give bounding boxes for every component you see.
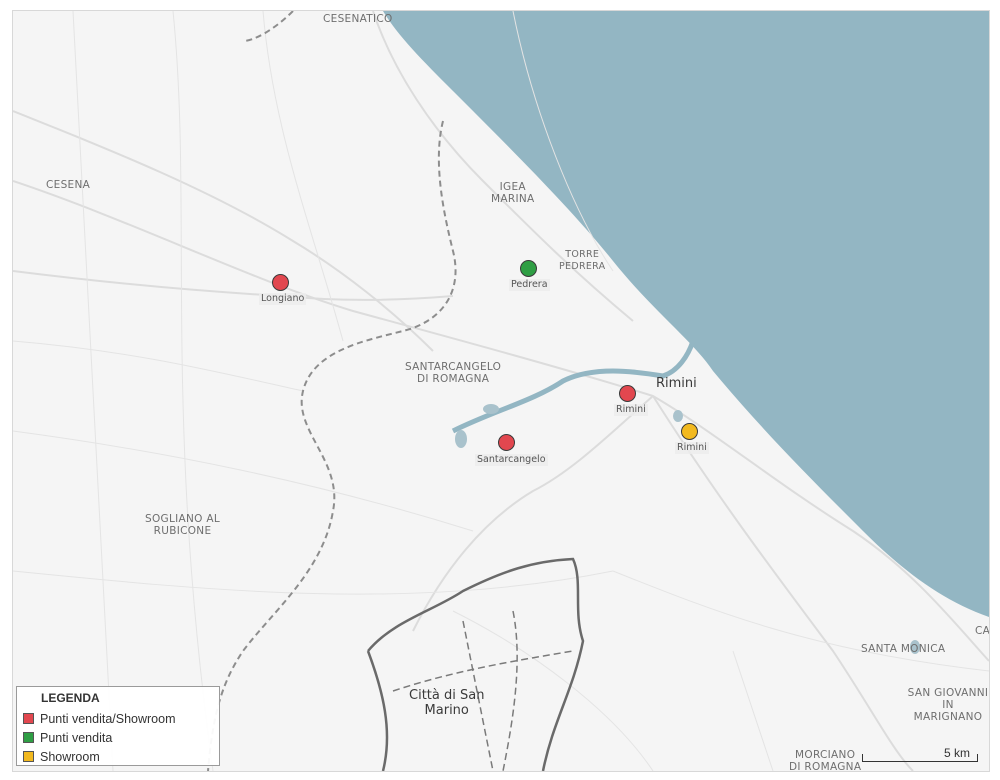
marker-rimini-punti-vendita-showroom[interactable] [619,385,636,402]
marker-santarcangelo[interactable] [498,434,515,451]
place-torre-pedrera: TORRE PEDRERA [559,249,606,272]
legend-item-punti-vendita-showroom: Punti vendita/Showroom [23,709,213,728]
legend-item-showroom: Showroom [23,747,213,766]
map-canvas[interactable]: CESENATICO CESENA IGEA MARINA TORRE PEDR… [12,10,990,772]
legend-swatch-green [23,732,34,743]
place-rimini: Rimini [656,376,697,391]
marker-label-rimini-1: Rimini [614,404,648,416]
marker-rimini-showroom[interactable] [681,423,698,440]
legend-item-punti-vendita: Punti vendita [23,728,213,747]
place-san-marino: Città di San Marino [409,688,485,718]
place-sogliano: SOGLIANO AL RUBICONE [145,513,220,537]
legend: LEGENDA Punti vendita/Showroom Punti ven… [16,686,220,766]
marker-label-santarcangelo: Santarcangelo [475,454,548,466]
marker-pedrera[interactable] [520,260,537,277]
place-morciano: MORCIANO DI ROMAGNA [789,749,862,772]
legend-swatch-yellow [23,751,34,762]
place-santa-monica: SANTA MONICA [861,643,946,655]
marker-longiano[interactable] [272,274,289,291]
place-cesenatico: CESENATICO [323,13,393,25]
place-cattolica-partial: CA [975,625,990,637]
legend-swatch-red [23,713,34,724]
marker-label-rimini-2: Rimini [675,442,709,454]
legend-label: Showroom [40,749,100,764]
legend-label: Punti vendita/Showroom [40,711,176,726]
scale-bar-label: 5 km [943,746,970,760]
place-igea-marina: IGEA MARINA [491,181,535,205]
marker-label-longiano: Longiano [259,293,307,305]
place-san-giovanni: SAN GIOVANNI IN MARIGNANO [907,687,989,723]
basemap [13,11,989,771]
legend-title: LEGENDA [41,691,100,705]
marker-label-pedrera: Pedrera [509,279,550,291]
legend-label: Punti vendita [40,730,113,745]
place-cesena: CESENA [46,179,91,191]
place-santarcangelo-di-romagna: SANTARCANGELO DI ROMAGNA [405,361,502,385]
